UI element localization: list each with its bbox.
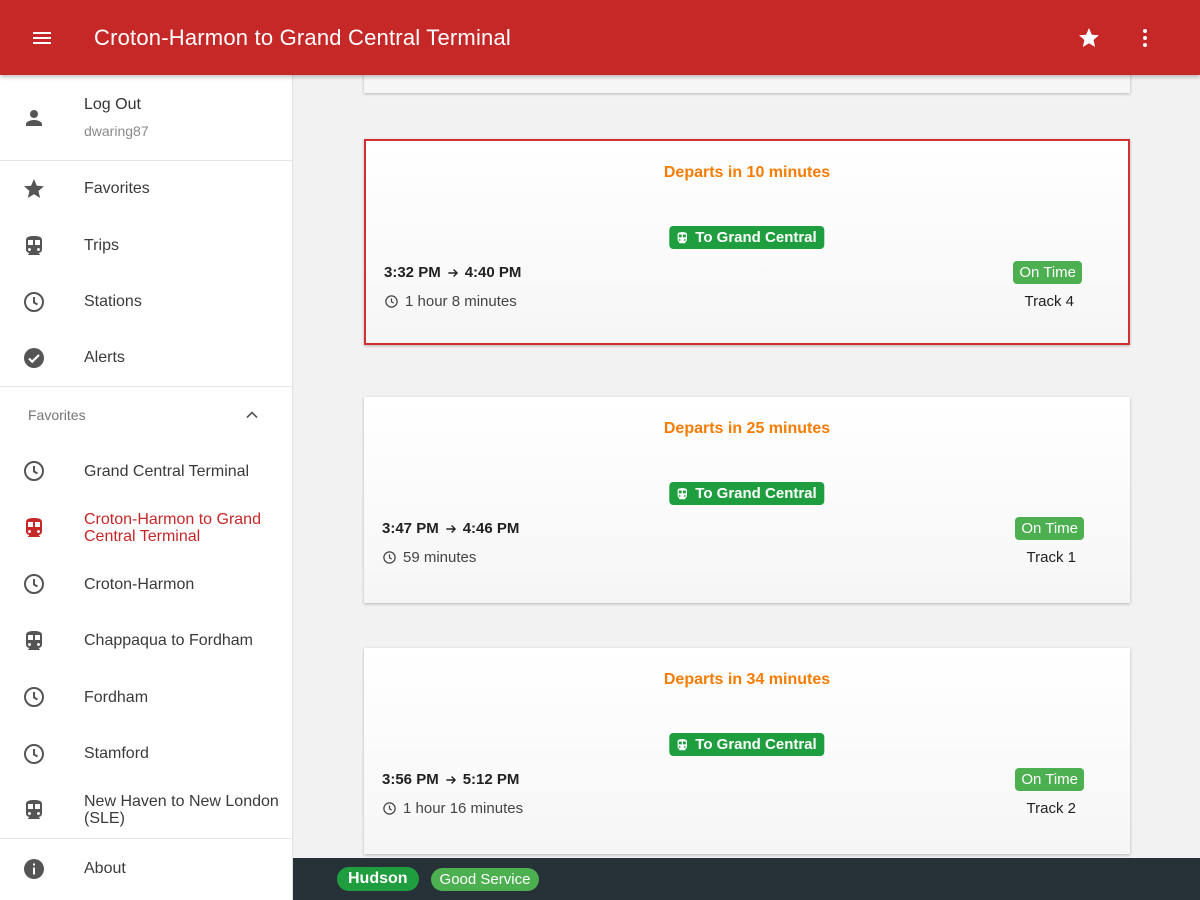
star-icon xyxy=(1079,27,1099,47)
overflow-menu-button[interactable] xyxy=(1117,0,1173,75)
destination-chip: To Grand Central xyxy=(669,226,825,249)
favorite-item[interactable]: Fordham xyxy=(0,669,292,726)
trip-times: 3:47 PM 4:46 PM xyxy=(382,520,519,537)
favorite-label: Fordham xyxy=(84,688,149,706)
status-badge: On Time xyxy=(1013,261,1082,284)
clock-icon xyxy=(24,292,44,313)
logout-label: Log Out xyxy=(84,96,141,113)
service-status-bar[interactable]: Hudson Good Service xyxy=(293,858,1200,900)
username: dwaring87 xyxy=(84,123,149,139)
nav-item-favorites[interactable]: Favorites xyxy=(0,161,292,218)
hamburger-icon xyxy=(33,31,51,44)
navigation-drawer: Log Out dwaring87 Favorites Trips Statio… xyxy=(0,75,293,900)
clock-icon xyxy=(383,802,396,815)
app-bar: Croton-Harmon to Grand Central Terminal xyxy=(0,0,1200,75)
destination-label: To Grand Central xyxy=(695,229,817,246)
trip-card[interactable]: Departs in 34 minutes To Grand Central 3… xyxy=(364,648,1130,854)
clock-icon xyxy=(24,574,44,595)
favorite-item[interactable]: Stamford xyxy=(0,726,292,783)
depart-time: 3:56 PM xyxy=(382,771,439,788)
train-icon xyxy=(26,800,42,820)
info-icon xyxy=(24,858,44,879)
nav-item-stations[interactable]: Stations xyxy=(0,274,292,331)
trip-list: Departs in 10 minutes To Grand Central 3… xyxy=(293,75,1200,858)
trip-card-partial[interactable] xyxy=(364,75,1130,93)
arrive-time: 4:40 PM xyxy=(464,264,522,281)
favorite-label: Chappaqua to Fordham xyxy=(84,632,253,650)
favorite-item[interactable]: Grand Central Terminal xyxy=(0,443,292,500)
arrow-right-icon xyxy=(446,524,456,533)
check-circle-icon xyxy=(24,348,44,369)
favorite-item[interactable]: Croton-Harmon xyxy=(0,556,292,613)
destination-label: To Grand Central xyxy=(695,485,817,502)
trip-times: 3:56 PM 5:12 PM xyxy=(382,771,519,788)
clock-icon xyxy=(383,551,396,564)
track-label: Track 1 xyxy=(1026,549,1076,566)
more-vert-icon xyxy=(1143,28,1147,47)
trip-card[interactable]: Departs in 25 minutes To Grand Central 3… xyxy=(364,397,1130,603)
departs-label: Departs in 34 minutes xyxy=(663,671,831,688)
train-icon xyxy=(26,630,42,650)
favorite-label: Croton-Harmon xyxy=(84,575,195,593)
nav-item-trips[interactable]: Trips xyxy=(0,218,292,275)
status-badge: On Time xyxy=(1015,768,1084,791)
destination-chip: To Grand Central xyxy=(669,733,825,756)
star-icon xyxy=(24,179,44,199)
departs-label: Departs in 25 minutes xyxy=(663,420,831,437)
clock-icon xyxy=(24,687,44,708)
nav-item-label: Stations xyxy=(84,293,142,311)
arrow-right-icon xyxy=(446,775,456,784)
clock-icon xyxy=(385,295,398,308)
person-icon xyxy=(26,109,42,126)
nav-item-label: Alerts xyxy=(84,349,125,367)
favorite-label: Grand Central Terminal xyxy=(84,462,250,480)
destination-chip: To Grand Central xyxy=(669,482,825,505)
trip-card[interactable]: Departs in 10 minutes To Grand Central 3… xyxy=(364,139,1130,345)
train-icon xyxy=(26,235,42,255)
favorite-item-active[interactable]: Croton-Harmon to Grand Central Terminal xyxy=(0,500,292,557)
trip-duration: 1 hour 8 minutes xyxy=(384,293,517,310)
service-status-chip: Good Service xyxy=(430,867,540,891)
arrow-right-icon xyxy=(448,268,458,277)
clock-icon xyxy=(24,461,44,482)
nav-item-label: Favorites xyxy=(84,180,150,198)
favorite-button[interactable] xyxy=(1061,0,1117,75)
nav-item-label: About xyxy=(84,859,126,877)
depart-time: 3:32 PM xyxy=(384,264,441,281)
departs-label: Departs in 10 minutes xyxy=(663,164,831,181)
menu-button[interactable] xyxy=(0,0,84,75)
trip-duration: 1 hour 16 minutes xyxy=(382,800,523,817)
duration-label: 1 hour 16 minutes xyxy=(403,800,524,817)
arrive-time: 4:46 PM xyxy=(462,520,520,537)
destination-label: To Grand Central xyxy=(695,736,817,753)
status-badge: On Time xyxy=(1015,517,1084,540)
nav-item-about[interactable]: About xyxy=(0,838,292,898)
arrive-time: 5:12 PM xyxy=(462,771,520,788)
line-chip: Hudson xyxy=(337,867,419,891)
train-icon xyxy=(677,487,687,499)
page-title: Croton-Harmon to Grand Central Terminal xyxy=(94,24,512,50)
favorite-label: Stamford xyxy=(84,745,149,763)
depart-time: 3:47 PM xyxy=(382,520,439,537)
track-label: Track 4 xyxy=(1024,293,1074,310)
track-label: Track 2 xyxy=(1026,800,1076,817)
train-icon xyxy=(677,738,687,750)
favorite-label: Croton-Harmon to Grand Central Terminal xyxy=(84,510,261,545)
favorite-item[interactable]: New Haven to New London (SLE) xyxy=(0,782,292,839)
train-icon xyxy=(26,517,42,537)
favorite-item[interactable]: Chappaqua to Fordham xyxy=(0,613,292,670)
nav-item-label: Trips xyxy=(84,236,119,254)
logout-item[interactable]: Log Out dwaring87 xyxy=(0,75,292,161)
duration-label: 59 minutes xyxy=(403,549,477,566)
train-icon xyxy=(677,231,687,243)
duration-label: 1 hour 8 minutes xyxy=(405,293,517,310)
chevron-up-icon xyxy=(246,411,258,419)
trip-duration: 59 minutes xyxy=(382,549,476,566)
clock-icon xyxy=(24,743,44,764)
nav-item-alerts[interactable]: Alerts xyxy=(0,331,292,387)
favorite-label: New Haven to New London (SLE) xyxy=(84,793,279,828)
favorites-section-label: Favorites xyxy=(28,407,86,423)
favorites-section-toggle[interactable]: Favorites xyxy=(0,387,292,443)
trip-times: 3:32 PM 4:40 PM xyxy=(384,264,521,281)
